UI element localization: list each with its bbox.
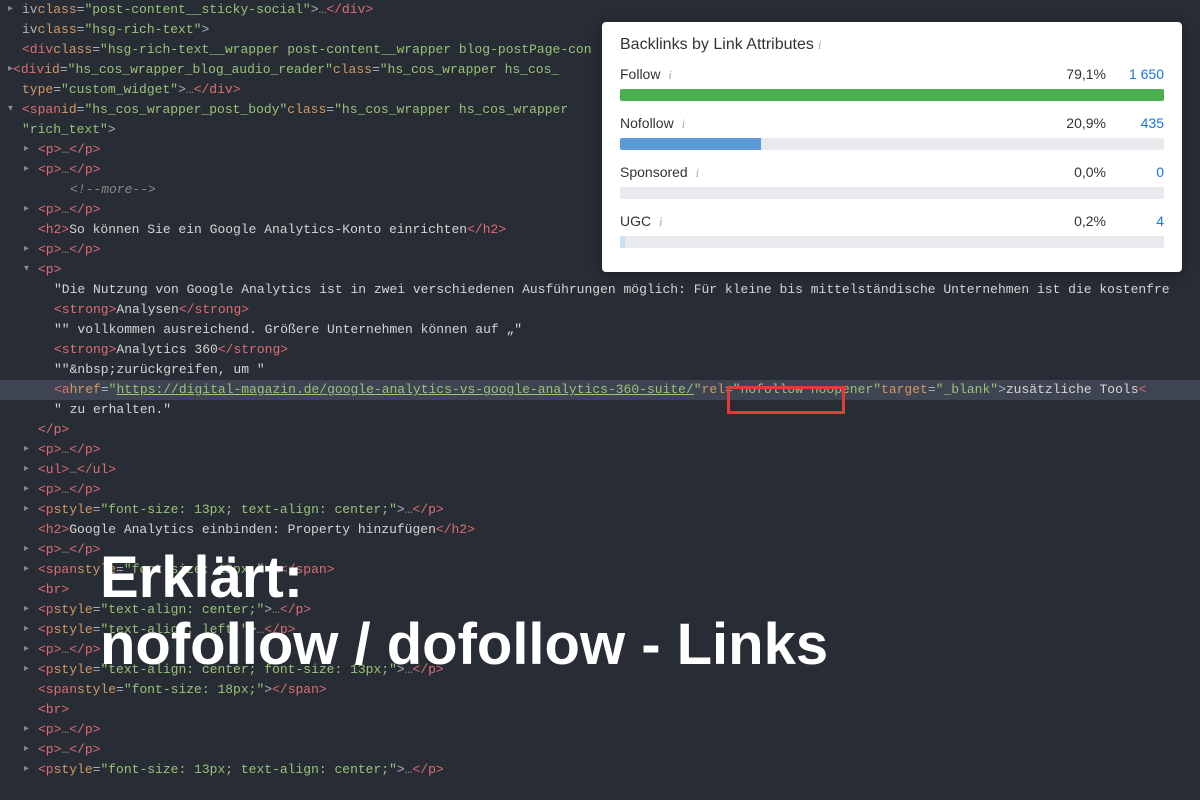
code-line[interactable]: ▸<p style="text-align: center;">…</p> — [0, 600, 1200, 620]
code-line[interactable]: <br> — [0, 700, 1200, 720]
fold-arrow-icon[interactable]: ▸ — [24, 540, 38, 560]
code-line[interactable]: ▸iv class="post-content__sticky-social">… — [0, 0, 1200, 20]
code-line[interactable]: ""&nbsp;zurückgreifen, um " — [0, 360, 1200, 380]
code-line[interactable]: <a href="https://digital-magazin.de/goog… — [0, 380, 1200, 400]
row-value: 4 — [1124, 213, 1164, 229]
fold-arrow-icon[interactable]: ▸ — [24, 640, 38, 660]
fold-arrow-icon[interactable]: ▸ — [24, 440, 38, 460]
code-line[interactable]: ▸<p>…</p> — [0, 480, 1200, 500]
row-label: Follow i — [620, 66, 1066, 83]
row-label: Nofollow i — [620, 115, 1066, 132]
info-icon[interactable]: i — [659, 214, 663, 229]
backlinks-panel: Backlinks by Link Attributesi Follow i79… — [602, 22, 1182, 272]
code-line[interactable]: ▸<p style="font-size: 13px; text-align: … — [0, 760, 1200, 780]
code-line[interactable]: ▸<span style="font-size: 18px;">…</span> — [0, 560, 1200, 580]
code-line[interactable]: ▸<p>…</p> — [0, 720, 1200, 740]
fold-arrow-icon[interactable]: ▸ — [24, 620, 38, 640]
code-line[interactable]: <strong>Analytics 360</strong> — [0, 340, 1200, 360]
row-percent: 0,2% — [1074, 213, 1106, 229]
fold-arrow-icon[interactable]: ▸ — [24, 240, 38, 260]
fold-arrow-icon[interactable]: ▸ — [24, 600, 38, 620]
code-line[interactable]: " zu erhalten." — [0, 400, 1200, 420]
code-line[interactable]: "Die Nutzung von Google Analytics ist in… — [0, 280, 1200, 300]
code-line[interactable]: ▸<p>…</p> — [0, 440, 1200, 460]
backlink-row: Nofollow i20,9% 435 — [620, 115, 1164, 150]
code-line[interactable]: ▸<p style="text-align: center; font-size… — [0, 660, 1200, 680]
row-value: 435 — [1124, 115, 1164, 131]
code-line[interactable]: <span style="font-size: 18px;"></span> — [0, 680, 1200, 700]
fold-arrow-icon[interactable]: ▸ — [24, 740, 38, 760]
fold-arrow-icon[interactable]: ▸ — [24, 140, 38, 160]
fold-arrow-icon[interactable]: ▸ — [24, 760, 38, 780]
backlink-row: Follow i79,1% 1 650 — [620, 66, 1164, 101]
fold-arrow-icon[interactable]: ▾ — [24, 260, 38, 280]
code-line[interactable]: ▸<p style="text-align: left;">…</p> — [0, 620, 1200, 640]
row-value: 1 650 — [1124, 66, 1164, 82]
row-percent: 20,9% — [1066, 115, 1106, 131]
fold-arrow-icon[interactable]: ▸ — [24, 560, 38, 580]
panel-title: Backlinks by Link Attributesi — [620, 36, 1164, 54]
fold-arrow-icon[interactable]: ▸ — [24, 660, 38, 680]
code-line[interactable]: <strong>Analysen</strong> — [0, 300, 1200, 320]
info-icon[interactable]: i — [682, 116, 686, 131]
fold-arrow-icon[interactable]: ▸ — [24, 160, 38, 180]
fold-arrow-icon[interactable]: ▸ — [24, 500, 38, 520]
progress-bar — [620, 236, 1164, 248]
fold-arrow-icon[interactable]: ▸ — [24, 720, 38, 740]
backlink-row: Sponsored i0,0% 0 — [620, 164, 1164, 199]
progress-bar — [620, 89, 1164, 101]
fold-arrow-icon[interactable]: ▸ — [24, 460, 38, 480]
row-percent: 79,1% — [1066, 66, 1106, 82]
row-label: Sponsored i — [620, 164, 1074, 181]
code-line[interactable]: ▸<p>…</p> — [0, 540, 1200, 560]
backlink-row: UGC i0,2% 4 — [620, 213, 1164, 248]
code-line[interactable]: ▸<p>…</p> — [0, 740, 1200, 760]
row-value: 0 — [1124, 164, 1164, 180]
info-icon[interactable]: i — [696, 165, 700, 180]
code-line[interactable]: "" vollkommen ausreichend. Größere Unter… — [0, 320, 1200, 340]
row-percent: 0,0% — [1074, 164, 1106, 180]
fold-arrow-icon[interactable]: ▸ — [8, 0, 22, 20]
progress-bar — [620, 187, 1164, 199]
row-label: UGC i — [620, 213, 1074, 230]
code-line[interactable]: ▸<p style="font-size: 13px; text-align: … — [0, 500, 1200, 520]
fold-arrow-icon[interactable]: ▸ — [24, 480, 38, 500]
code-line[interactable]: <br> — [0, 580, 1200, 600]
code-line[interactable]: ▸<p>…</p> — [0, 640, 1200, 660]
code-line[interactable]: <h2>Google Analytics einbinden: Property… — [0, 520, 1200, 540]
fold-arrow-icon[interactable]: ▸ — [24, 200, 38, 220]
progress-bar — [620, 138, 1164, 150]
fold-arrow-icon[interactable]: ▾ — [8, 100, 22, 120]
info-icon[interactable]: i — [818, 37, 822, 52]
info-icon[interactable]: i — [668, 67, 672, 82]
code-line[interactable]: </p> — [0, 420, 1200, 440]
code-line[interactable]: ▸<ul>…</ul> — [0, 460, 1200, 480]
